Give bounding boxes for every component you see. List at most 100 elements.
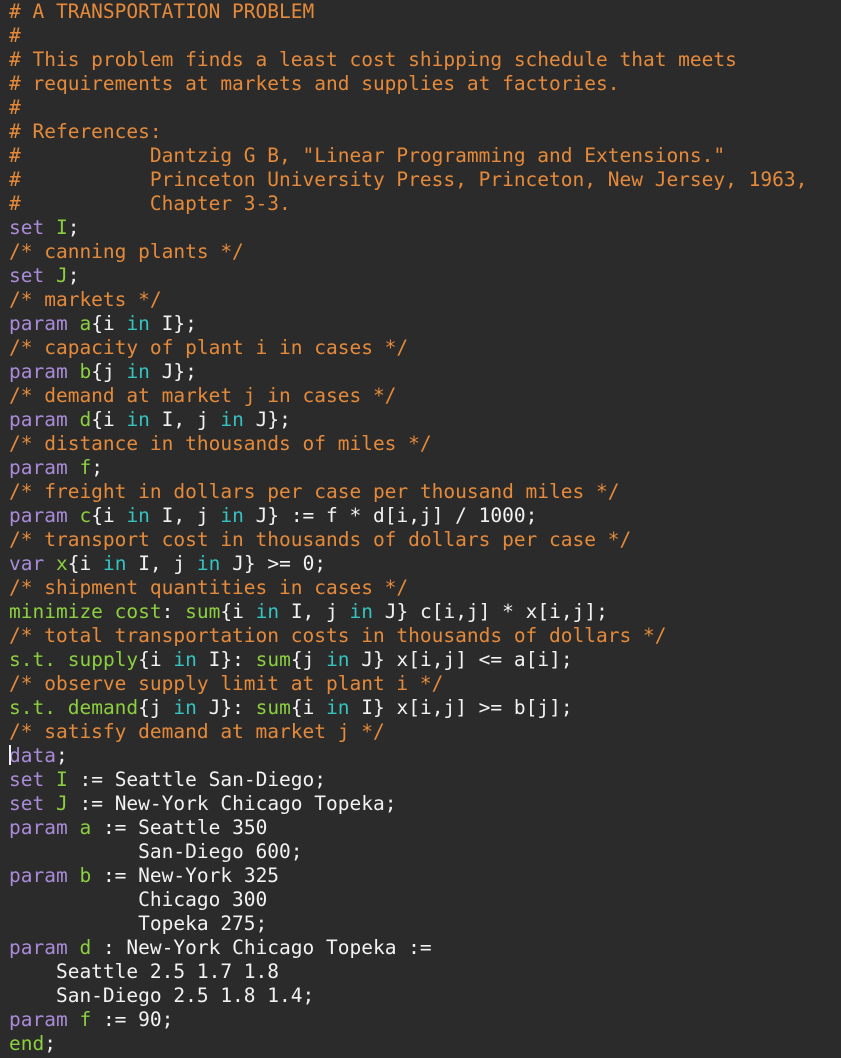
code-line[interactable]: end; xyxy=(9,1032,807,1056)
code-token: in xyxy=(220,408,244,431)
code-token: # Princeton University Press, Princeton,… xyxy=(9,168,808,191)
code-token: in xyxy=(102,552,127,575)
code-token: I, j xyxy=(149,504,221,527)
code-line[interactable]: /* canning plants */ xyxy=(9,240,807,264)
code-token: /* shipment quantities in cases */ xyxy=(9,576,409,599)
code-token: I} x[i,j] >= b[j]; xyxy=(349,696,573,719)
code-line[interactable]: /* shipment quantities in cases */ xyxy=(9,576,807,600)
code-line[interactable]: # This problem finds a least cost shippi… xyxy=(9,48,807,72)
code-line[interactable]: set J; xyxy=(9,264,807,288)
code-token: {i xyxy=(67,552,103,575)
code-line[interactable]: param c{i in I, j in J} := f * d[i,j] / … xyxy=(9,504,807,528)
code-line[interactable]: San-Diego 2.5 1.8 1.4; xyxy=(9,984,807,1008)
editor-left-margin xyxy=(0,0,9,1058)
code-token: c xyxy=(79,504,92,527)
code-line[interactable]: /* markets */ xyxy=(9,288,807,312)
code-line[interactable]: # References: xyxy=(9,120,807,144)
code-token: param xyxy=(9,936,68,959)
code-token: ; xyxy=(55,744,68,767)
code-line[interactable]: set I := Seattle San-Diego; xyxy=(9,768,807,792)
code-line[interactable]: set J := New-York Chicago Topeka; xyxy=(9,792,807,816)
code-line[interactable]: param f := 90; xyxy=(9,1008,807,1032)
code-token: # xyxy=(9,96,21,119)
code-line[interactable]: param a{i in I}; xyxy=(9,312,807,336)
code-token: /* markets */ xyxy=(9,288,162,311)
code-line[interactable]: /* freight in dollars per case per thous… xyxy=(9,480,807,504)
code-token: b xyxy=(79,864,92,887)
text-cursor xyxy=(9,745,11,765)
code-token: : xyxy=(161,600,186,623)
code-line[interactable]: Seattle 2.5 1.7 1.8 xyxy=(9,960,807,984)
code-line[interactable]: # xyxy=(9,96,807,120)
code-token: in xyxy=(173,648,197,671)
code-token: /* capacity of plant i in cases */ xyxy=(9,336,409,359)
code-token: param xyxy=(9,408,68,431)
code-token: J} >= 0; xyxy=(220,552,327,575)
code-line[interactable]: /* observe supply limit at plant i */ xyxy=(9,672,807,696)
code-line[interactable]: param b := New-York 325 xyxy=(9,864,807,888)
code-line[interactable]: param f; xyxy=(9,456,807,480)
code-token: /* distance in thousands of miles */ xyxy=(9,432,432,455)
code-editor[interactable]: # A TRANSPORTATION PROBLEM # # This proble… xyxy=(0,0,841,1058)
code-token: in xyxy=(173,696,197,719)
code-line[interactable]: San-Diego 600; xyxy=(9,840,807,864)
code-token: /* freight in dollars per case per thous… xyxy=(9,480,620,503)
code-line[interactable]: Chicago 300 xyxy=(9,888,807,912)
code-line[interactable]: # Princeton University Press, Princeton,… xyxy=(9,168,807,192)
code-token: ; xyxy=(91,456,103,479)
code-line[interactable]: /* total transportation costs in thousan… xyxy=(9,624,807,648)
code-token: set xyxy=(9,216,45,239)
code-line[interactable]: Topeka 275; xyxy=(9,912,807,936)
code-token: Topeka 275; xyxy=(9,912,268,935)
code-line[interactable]: param a := Seattle 350 xyxy=(9,816,807,840)
code-token: # Dantzig G B, "Linear Programming and E… xyxy=(9,144,726,167)
code-token: San-Diego 600; xyxy=(9,840,303,863)
code-token: param xyxy=(9,816,68,839)
code-line[interactable]: s.t. supply{i in I}: sum{j in J} x[i,j] … xyxy=(9,648,807,672)
code-token: param xyxy=(9,456,68,479)
code-line[interactable]: set I; xyxy=(9,216,807,240)
code-line[interactable]: param d{i in I, j in J}; xyxy=(9,408,807,432)
code-line[interactable]: /* capacity of plant i in cases */ xyxy=(9,336,807,360)
code-token: {i xyxy=(220,600,256,623)
code-token: J} c[i,j] * x[i,j]; xyxy=(373,600,608,623)
code-token: {i xyxy=(91,312,127,335)
code-token: /* canning plants */ xyxy=(9,240,244,263)
code-token: end xyxy=(9,1032,45,1055)
code-token: in xyxy=(349,600,374,623)
code-line[interactable]: # requirements at markets and supplies a… xyxy=(9,72,807,96)
code-token: in xyxy=(326,696,350,719)
code-token: # This problem finds a least cost shippi… xyxy=(9,48,737,71)
code-token: in xyxy=(126,408,150,431)
code-line[interactable]: data; xyxy=(9,744,807,768)
code-token: # A TRANSPORTATION PROBLEM xyxy=(9,0,315,23)
code-line[interactable]: # xyxy=(9,24,807,48)
code-line[interactable]: # A TRANSPORTATION PROBLEM xyxy=(9,0,807,24)
code-token: d xyxy=(79,936,92,959)
code-line[interactable]: var x{i in I, j in J} >= 0; xyxy=(9,552,807,576)
code-token: ; xyxy=(44,1032,56,1055)
code-line[interactable]: s.t. demand{j in J}: sum{i in I} x[i,j] … xyxy=(9,696,807,720)
code-text-area[interactable]: # A TRANSPORTATION PROBLEM # # This proble… xyxy=(9,0,807,1056)
code-line[interactable]: # Dantzig G B, "Linear Programming and E… xyxy=(9,144,807,168)
code-line[interactable]: /* satisfy demand at market j */ xyxy=(9,720,807,744)
code-line[interactable]: # Chapter 3-3. xyxy=(9,192,807,216)
code-token: I, j xyxy=(149,408,221,431)
code-line[interactable]: param d : New-York Chicago Topeka := xyxy=(9,936,807,960)
code-line[interactable]: /* transport cost in thousands of dollar… xyxy=(9,528,807,552)
code-token: {j xyxy=(138,696,174,719)
code-line[interactable]: param b{j in J}; xyxy=(9,360,807,384)
code-token: J}: xyxy=(196,696,256,719)
code-line[interactable]: /* distance in thousands of miles */ xyxy=(9,432,807,456)
code-line[interactable]: minimize cost: sum{i in I, j in J} c[i,j… xyxy=(9,600,807,624)
code-line[interactable]: /* demand at market j in cases */ xyxy=(9,384,807,408)
code-token: s.t. xyxy=(9,696,56,719)
code-token: ; xyxy=(67,216,80,239)
